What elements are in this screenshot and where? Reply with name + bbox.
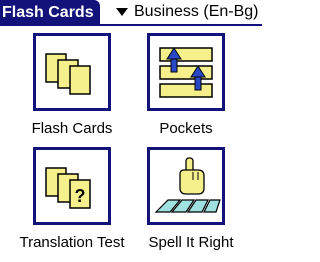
spell-it-right-label[interactable]: Spell It Right (135, 234, 247, 251)
translation-test-label[interactable]: Translation Test (4, 234, 140, 251)
pockets-icon (159, 47, 213, 98)
category-label: Business (En-Bg) (134, 3, 259, 20)
translation-test-button[interactable]: ? (33, 147, 111, 225)
flash-cards-button[interactable] (33, 33, 111, 111)
svg-text:?: ? (75, 186, 86, 206)
translation-test-icon: ? (45, 167, 91, 209)
flash-cards-icon (45, 53, 91, 95)
spell-it-right-icon (154, 157, 221, 213)
pockets-button[interactable] (147, 33, 225, 111)
header-divider (0, 24, 262, 26)
category-dropdown[interactable]: Business (En-Bg) (108, 0, 262, 24)
dropdown-triangle-icon (116, 8, 128, 16)
pockets-label[interactable]: Pockets (135, 120, 237, 137)
flash-cards-label[interactable]: Flash Cards (10, 120, 134, 137)
app-title[interactable]: Flash Cards (0, 0, 100, 25)
spell-it-right-button[interactable] (147, 147, 225, 225)
